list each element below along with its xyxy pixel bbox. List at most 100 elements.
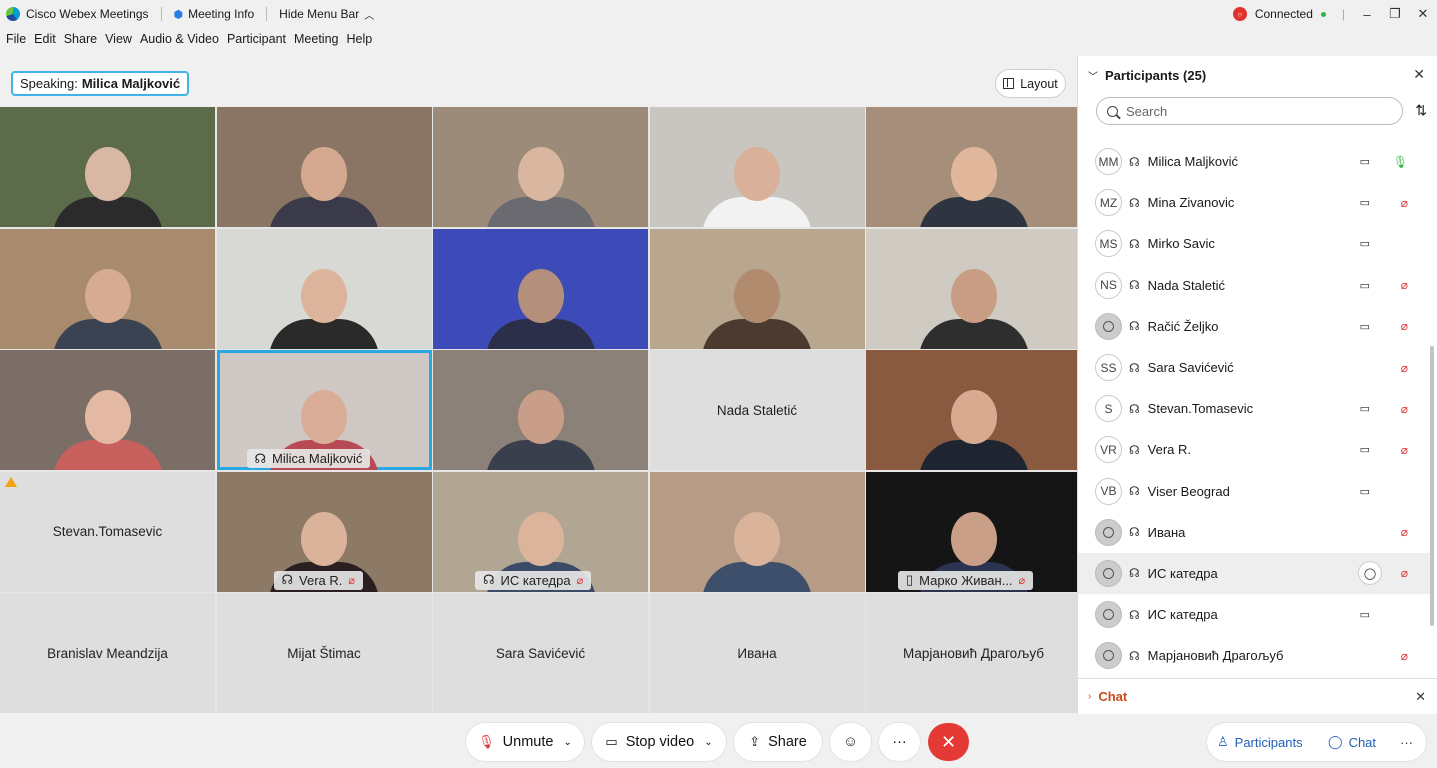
participant-row[interactable]: ☊ ИС катедра ▭ <box>1078 594 1430 635</box>
video-tile[interactable] <box>433 350 648 470</box>
video-body <box>702 197 812 227</box>
video-tile[interactable]: ▯ Марко Живан... ⌀ <box>866 471 1081 592</box>
reactions-button[interactable]: ☺ <box>830 723 871 761</box>
share-button[interactable]: ⇪ Share <box>734 723 822 761</box>
video-tile[interactable] <box>649 107 865 227</box>
menu-share[interactable]: Share <box>64 32 97 52</box>
headset-icon: ☊ <box>483 572 495 587</box>
camera-icon: ▭ <box>1359 403 1370 416</box>
tile-name: Stevan.Tomasevic <box>52 524 163 539</box>
participant-video <box>485 390 596 470</box>
video-tile[interactable] <box>0 107 215 227</box>
video-tile[interactable]: ☊ ИС катедра ⌀ <box>433 471 648 592</box>
participant-row[interactable]: VB ☊ Viser Beograd ▭ <box>1078 471 1430 512</box>
meeting-info-button[interactable]: ⬢ Meeting Info <box>174 7 255 21</box>
video-face <box>950 511 997 566</box>
muted-mic-icon[interactable]: ⌀ <box>1401 361 1408 375</box>
muted-mic-icon[interactable]: ⌀ <box>1401 196 1408 210</box>
avatar: MZ <box>1095 189 1122 217</box>
video-tile[interactable] <box>433 107 648 227</box>
video-tile[interactable]: ☊ Milica Maljković <box>216 350 432 470</box>
muted-mic-icon[interactable]: ⌀ <box>1401 278 1408 292</box>
participants-toggle-button[interactable]: ♙ Participants <box>1217 724 1303 760</box>
participant-row[interactable]: SS ☊ Sara Savićević ⌀ <box>1078 347 1430 388</box>
muted-mic-icon[interactable]: ⌀ <box>1401 443 1408 457</box>
video-tile[interactable]: Mijat Štimac <box>216 593 432 713</box>
video-tile[interactable] <box>216 228 432 349</box>
stop-video-button[interactable]: ▭ Stop video ⌄ <box>592 723 726 761</box>
participant-row[interactable]: MZ ☊ Mina Zivanovic ▭ ⌀ <box>1078 182 1430 223</box>
menu-view[interactable]: View <box>105 32 132 52</box>
participant-row[interactable]: ☊ Račić Željko ▭ ⌀ <box>1078 306 1430 347</box>
muted-mic-icon[interactable]: ⌀ <box>1401 319 1408 333</box>
more-options-button[interactable]: ··· <box>879 723 920 761</box>
muted-mic-icon[interactable]: ⌀ <box>1401 525 1408 539</box>
video-tile[interactable] <box>866 228 1081 349</box>
participant-row[interactable]: MS ☊ Mirko Savic ▭ <box>1078 223 1430 264</box>
menu-meeting[interactable]: Meeting <box>294 32 338 52</box>
search-input[interactable]: Search <box>1096 97 1403 125</box>
participant-row[interactable]: ☊ Марјановић Драгољуб ⌀ <box>1078 635 1430 676</box>
video-tile[interactable]: Sara Savićević <box>433 593 648 713</box>
tile-name-badge: ☊ Milica Maljković <box>246 449 371 468</box>
muted-mic-icon[interactable]: ⌀ <box>1401 649 1408 663</box>
video-tile[interactable] <box>866 350 1081 470</box>
video-tile[interactable] <box>866 107 1081 227</box>
menu-help[interactable]: Help <box>346 32 372 52</box>
video-tile[interactable] <box>649 471 865 592</box>
leave-meeting-button[interactable]: ✕ <box>928 723 969 761</box>
video-tile[interactable]: Ивана <box>649 593 865 713</box>
muted-mic-icon[interactable]: ⌀ <box>1401 402 1408 416</box>
participant-row[interactable]: NS ☊ Nada Staletić ▭ ⌀ <box>1078 265 1430 306</box>
close-window-button[interactable]: ✕ <box>1409 6 1437 22</box>
minimize-button[interactable]: – <box>1353 7 1381 22</box>
headset-icon: ☊ <box>1129 278 1140 293</box>
chevron-down-icon[interactable]: ⌄ <box>563 737 571 748</box>
layout-button[interactable]: Layout <box>995 69 1066 98</box>
participants-header[interactable]: ﹀ Participants (25) <box>1088 68 1206 83</box>
video-tile[interactable] <box>433 228 648 349</box>
video-tile[interactable]: Nada Staletić <box>649 350 865 470</box>
participant-row[interactable]: ☊ Ивана ⌀ <box>1078 512 1430 553</box>
video-tile[interactable]: Марјановић Драгољуб <box>866 593 1081 713</box>
close-chat-icon[interactable]: ✕ <box>1415 689 1426 705</box>
scrollbar[interactable] <box>1430 346 1434 626</box>
chat-section-header[interactable]: › Chat ✕ <box>1078 678 1437 714</box>
more-panels-button[interactable]: ··· <box>1400 724 1413 760</box>
close-panel-icon[interactable]: ✕ <box>1413 66 1425 83</box>
participant-row[interactable]: MM ☊ Milica Maljković ▭ 🎙 <box>1078 141 1430 182</box>
unmute-button[interactable]: 🎙 Unmute ⌄ <box>466 723 584 761</box>
video-face <box>84 268 131 323</box>
chat-bubble-icon[interactable]: ◯ <box>1358 561 1382 586</box>
video-body <box>918 318 1029 349</box>
connection-status[interactable]: Connected <box>1255 7 1313 21</box>
muted-mic-icon[interactable]: ⌀ <box>1401 566 1408 580</box>
video-tile[interactable]: Stevan.Tomasevic <box>0 471 215 592</box>
headset-icon: ☊ <box>1129 442 1140 457</box>
camera-icon: ▭ <box>1359 485 1370 498</box>
video-tile[interactable] <box>216 107 432 227</box>
participant-row[interactable]: VR ☊ Vera R. ▭ ⌀ <box>1078 429 1430 470</box>
video-body <box>269 197 379 227</box>
mic-icon[interactable]: 🎙 <box>1393 155 1408 169</box>
chat-toggle-button[interactable]: ◯ Chat <box>1328 724 1376 760</box>
menu-edit[interactable]: Edit <box>34 32 56 52</box>
participant-row[interactable]: S ☊ Stevan.Tomasevic ▭ ⌀ <box>1078 388 1430 429</box>
menu-file[interactable]: File <box>6 32 26 52</box>
hide-menu-bar-button[interactable]: Hide Menu Bar ︿ <box>279 7 374 22</box>
video-tile[interactable]: ☊ Vera R. ⌀ <box>216 471 432 592</box>
headset-icon: ☊ <box>1129 401 1140 416</box>
sort-icon[interactable]: ⇅ <box>1415 102 1427 119</box>
participant-row[interactable]: ☊ ИС катедра ◯ ⌀ <box>1078 552 1430 595</box>
restore-button[interactable]: ❐ <box>1381 6 1409 22</box>
menu-participant[interactable]: Participant <box>227 32 286 52</box>
tile-name: Nada Staletić <box>716 402 798 418</box>
video-tile[interactable] <box>0 350 215 470</box>
chevron-down-icon[interactable]: ⌄ <box>704 737 712 748</box>
video-tile[interactable]: Branislav Meandzija <box>0 593 215 713</box>
chat-toggle-label: Chat <box>1348 734 1377 750</box>
participant-name: ИС катедра <box>1147 607 1218 623</box>
menu-audio-video[interactable]: Audio & Video <box>140 32 219 52</box>
video-tile[interactable] <box>0 228 215 349</box>
video-tile[interactable] <box>649 228 865 349</box>
